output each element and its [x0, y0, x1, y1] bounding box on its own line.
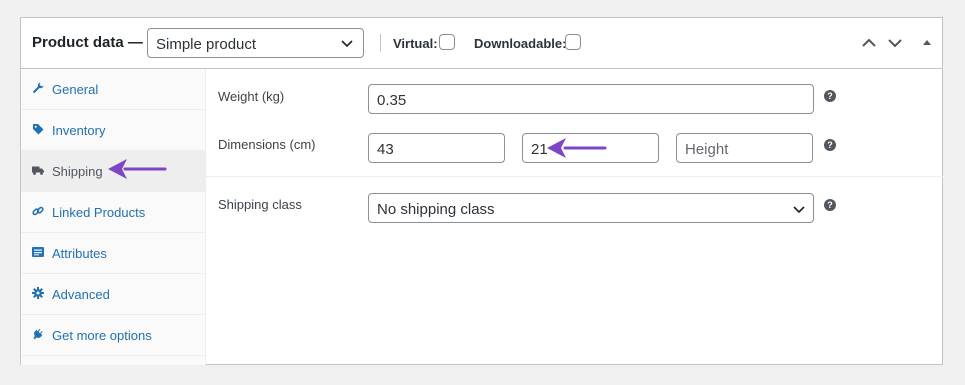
- weight-label: Weight (kg): [218, 89, 285, 104]
- section-divider: [206, 176, 943, 177]
- tab-attributes[interactable]: Attributes: [21, 233, 205, 274]
- weight-input[interactable]: 0.35: [368, 84, 814, 114]
- tab-inventory[interactable]: Inventory: [21, 110, 205, 151]
- shipping-class-label: Shipping class: [218, 197, 302, 212]
- chevron-down-icon: [341, 40, 353, 48]
- length-value: 43: [377, 141, 394, 158]
- panel-header: Product data — Simple product Virtual: D…: [21, 18, 942, 69]
- plugin-icon: [33, 328, 43, 340]
- tag-icon: [33, 124, 44, 135]
- tab-label: Inventory: [52, 123, 106, 138]
- tab-advanced[interactable]: Advanced: [21, 274, 205, 315]
- collapse-toggle-icon[interactable]: [919, 35, 935, 51]
- panel-title: Product data —: [32, 34, 143, 51]
- height-placeholder: Height: [685, 141, 729, 158]
- product-type-value: Simple product: [156, 36, 257, 53]
- product-type-select[interactable]: Simple product: [147, 28, 364, 58]
- dimensions-label: Dimensions (cm): [218, 137, 316, 152]
- chevron-up-icon[interactable]: [861, 35, 877, 51]
- height-input[interactable]: Height: [676, 133, 813, 163]
- virtual-checkbox[interactable]: [439, 34, 455, 50]
- tab-label: Advanced: [52, 287, 110, 302]
- downloadable-label: Downloadable:: [474, 36, 567, 51]
- link-icon: [32, 206, 44, 216]
- virtual-label: Virtual:: [393, 36, 438, 51]
- annotation-arrow: [108, 159, 167, 179]
- help-icon[interactable]: ?: [824, 139, 836, 151]
- product-data-panel: Product data — Simple product Virtual: D…: [20, 17, 943, 365]
- truck-icon: [32, 166, 44, 175]
- wrench-icon: [32, 82, 44, 94]
- tab-label: General: [52, 82, 99, 97]
- list-icon: [32, 247, 44, 257]
- tab-label: Shipping: [52, 164, 103, 179]
- tab-label: Get more options: [52, 328, 152, 343]
- gear-icon: [32, 287, 44, 299]
- downloadable-checkbox[interactable]: [565, 34, 581, 50]
- chevron-down-icon: [793, 206, 805, 214]
- help-icon[interactable]: ?: [824, 90, 836, 102]
- header-separator: [380, 34, 381, 52]
- tab-label: Linked Products: [52, 205, 146, 220]
- tab-label: Attributes: [52, 246, 107, 261]
- help-icon[interactable]: ?: [824, 199, 836, 211]
- chevron-down-icon[interactable]: [887, 35, 903, 51]
- product-data-tabs: General Inventory Shipping Linked Produc…: [21, 69, 206, 365]
- tab-linked-products[interactable]: Linked Products: [21, 192, 205, 233]
- weight-value: 0.35: [377, 92, 407, 109]
- shipping-class-select[interactable]: No shipping class: [368, 193, 814, 223]
- length-input[interactable]: 43: [368, 133, 505, 163]
- shipping-class-value: No shipping class: [377, 201, 495, 218]
- tab-get-more-options[interactable]: Get more options: [21, 315, 205, 356]
- annotation-arrow: [547, 138, 607, 158]
- tab-general[interactable]: General: [21, 69, 205, 110]
